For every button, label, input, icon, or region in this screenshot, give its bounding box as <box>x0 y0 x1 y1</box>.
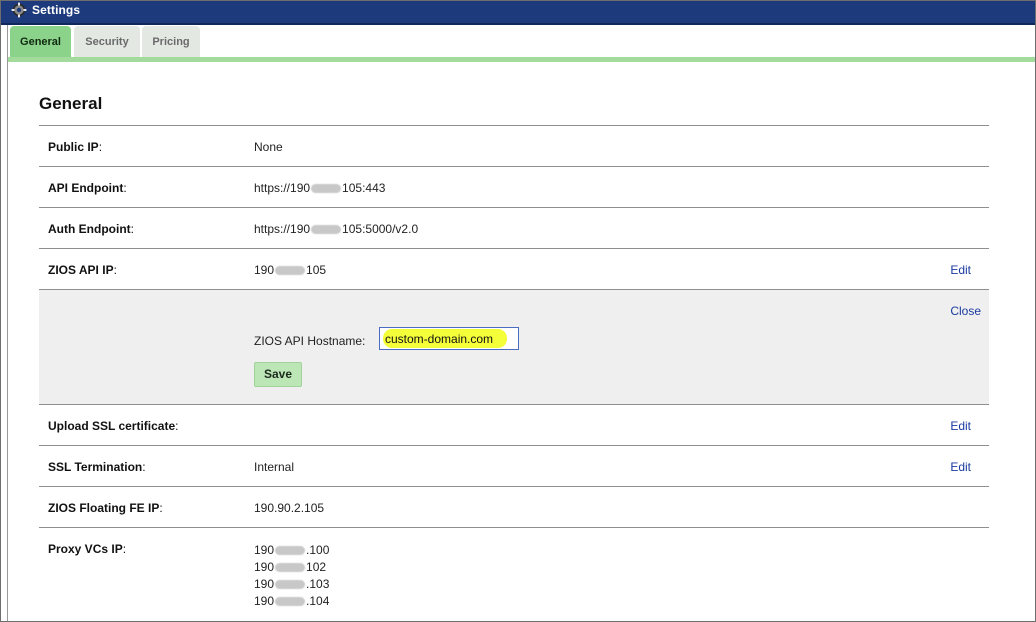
public-ip-value: None <box>254 140 283 154</box>
list-item: 190 102 <box>254 560 327 574</box>
redacted-mask <box>311 184 342 194</box>
edit-ssl-termination-link[interactable]: Edit <box>950 460 971 474</box>
row-label: Public IP: <box>48 140 103 154</box>
api-endpoint-value: https://190 105:443 <box>254 181 386 195</box>
row-ssl-termination: SSL Termination: Internal Edit <box>39 445 989 486</box>
ssl-termination-value: Internal <box>254 460 295 474</box>
settings-window: Settings General Security Pricing Genera… <box>0 0 1036 622</box>
row-zios-api-ip: ZIOS API IP: 190 105 Edit <box>39 248 989 289</box>
hostname-label: ZIOS API Hostname: <box>254 334 366 348</box>
close-edit-panel-link[interactable]: Close <box>950 304 981 318</box>
row-api-endpoint: API Endpoint: https://190 105:443 <box>39 166 989 207</box>
row-label: Upload SSL certificate: <box>48 419 179 433</box>
hostname-input-value: custom-domain.com <box>385 332 494 346</box>
redacted-mask <box>311 225 342 235</box>
settings-list: Public IP: None API Endpoint: https://19… <box>39 125 989 621</box>
redacted-mask <box>275 580 306 590</box>
row-label: ZIOS Floating FE IP: <box>48 501 163 515</box>
content-area: General Security Pricing General Public … <box>7 25 1035 621</box>
auth-endpoint-value: https://190 105:5000/v2.0 <box>254 222 419 236</box>
zios-api-ip-value: 190 105 <box>254 263 327 277</box>
window-title: Settings <box>32 3 81 17</box>
tab-underline <box>8 57 1035 62</box>
gear-icon <box>11 2 27 18</box>
page-title: General <box>39 94 103 113</box>
edit-zios-api-ip-link[interactable]: Edit <box>950 263 971 277</box>
tab-pricing[interactable]: Pricing <box>142 26 200 58</box>
tab-security[interactable]: Security <box>74 26 140 58</box>
redacted-mask <box>275 563 306 573</box>
row-label: API Endpoint: <box>48 181 127 195</box>
redacted-mask <box>275 597 306 607</box>
list-item: 190.100 <box>254 543 330 557</box>
row-proxy-vcs-ip: Proxy VCs IP: 190.100 190 102 190.103 190… <box>39 527 989 621</box>
list-item: 190.103 <box>254 577 330 591</box>
save-button[interactable]: Save <box>254 362 302 387</box>
row-label: Proxy VCs IP: <box>48 542 127 556</box>
hostname-edit-panel: Close ZIOS API Hostname: custom-domain.c… <box>39 289 989 404</box>
redacted-mask <box>275 546 306 556</box>
redacted-mask <box>275 266 306 276</box>
row-label: ZIOS API IP: <box>48 263 117 277</box>
tab-general[interactable]: General <box>10 26 71 58</box>
title-bar[interactable]: Settings <box>1 1 1035 25</box>
edit-ssl-certificate-link[interactable]: Edit <box>950 419 971 433</box>
floating-fe-ip-value: 190.90.2.105 <box>254 501 325 515</box>
row-floating-fe-ip: ZIOS Floating FE IP: 190.90.2.105 <box>39 486 989 527</box>
row-upload-ssl: Upload SSL certificate: Edit <box>39 404 989 445</box>
row-auth-endpoint: Auth Endpoint: https://190 105:5000/v2.0 <box>39 207 989 248</box>
list-item: 190.104 <box>254 594 330 608</box>
row-label: SSL Termination: <box>48 460 146 474</box>
row-label: Auth Endpoint: <box>48 222 134 236</box>
hostname-input[interactable]: custom-domain.com <box>379 327 519 350</box>
proxy-ip-list: 190.100 190 102 190.103 190.104 <box>254 542 329 610</box>
tab-strip: General Security Pricing <box>8 25 1035 62</box>
row-public-ip: Public IP: None <box>39 125 989 166</box>
